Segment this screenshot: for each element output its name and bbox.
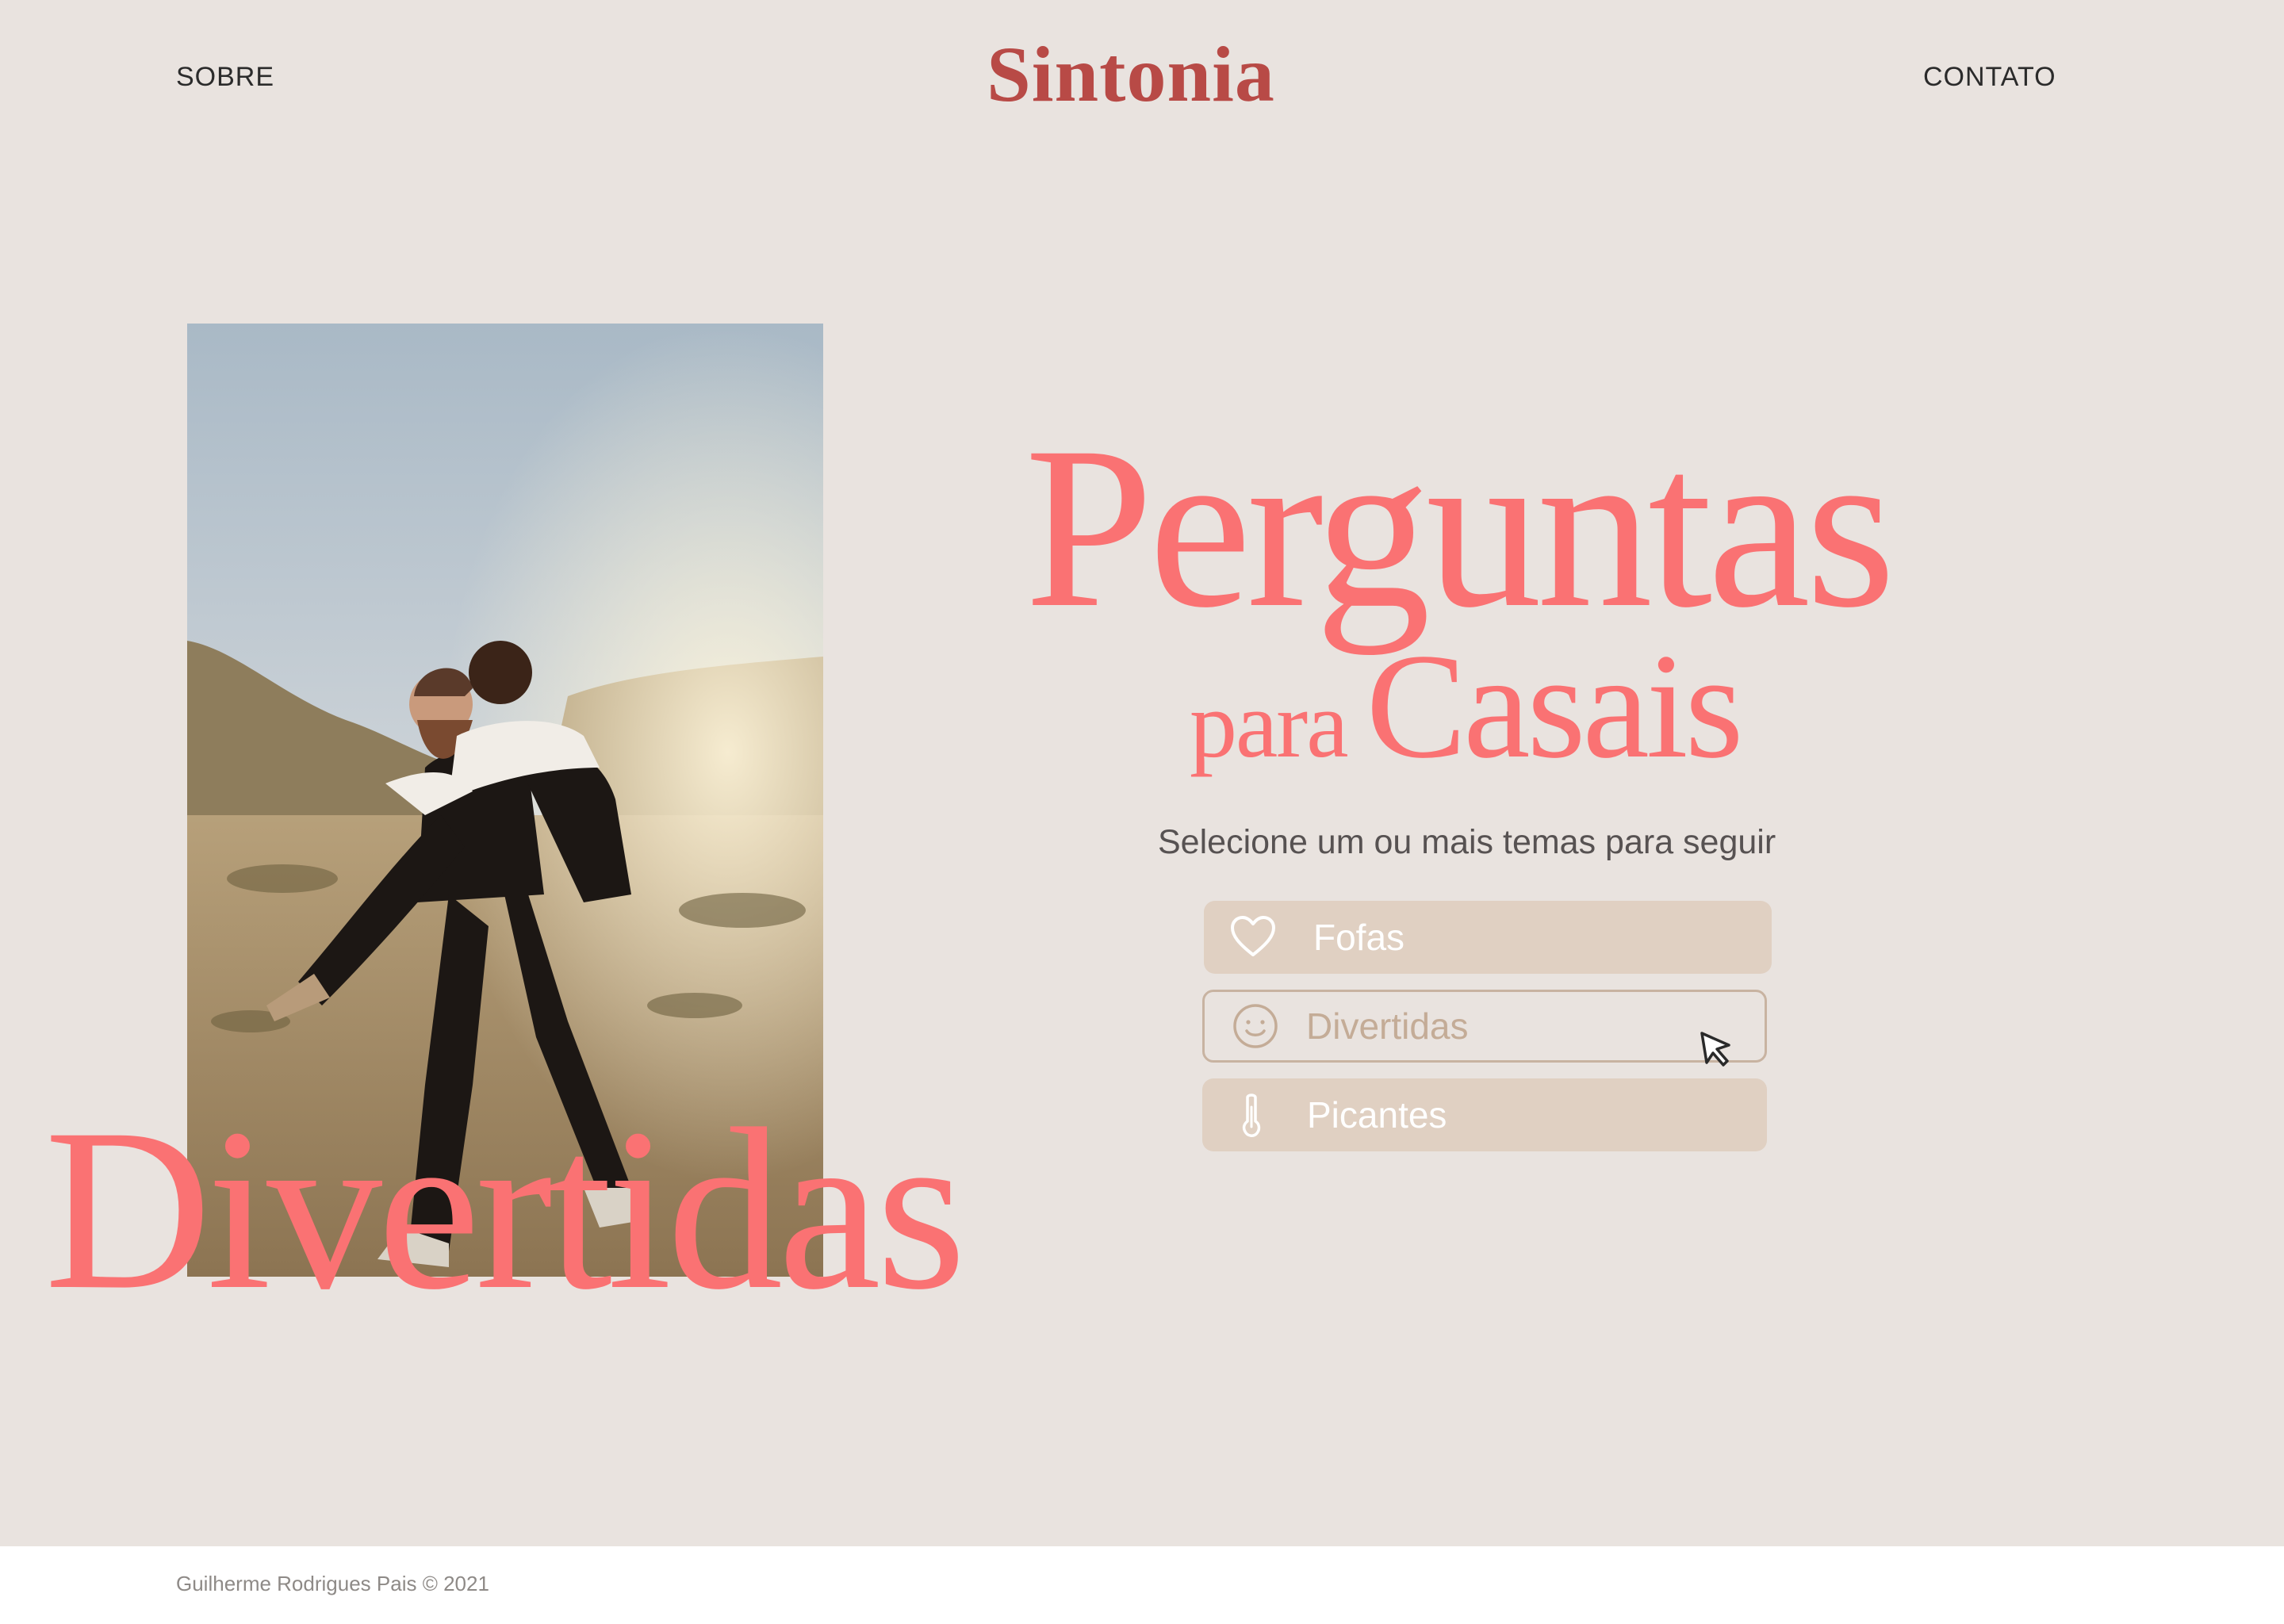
subheadline-big: Casais	[1366, 623, 1743, 790]
nav-contato-link[interactable]: CONTATO	[1923, 62, 2056, 93]
heart-icon	[1228, 912, 1278, 963]
theme-label-fofas: Fofas	[1313, 917, 1405, 958]
footer-copyright: Guilherme Rodrigues Pais © 2021	[176, 1572, 489, 1595]
theme-overlay-word: Divertidas	[44, 1082, 966, 1338]
theme-label-picantes: Picantes	[1307, 1094, 1447, 1136]
mouse-pointer-icon	[1699, 1031, 1734, 1067]
hero-headline: Perguntas	[1025, 400, 1895, 656]
theme-button-divertidas[interactable]: Divertidas	[1202, 990, 1767, 1063]
theme-button-fofas[interactable]: Fofas	[1204, 901, 1772, 974]
smiley-icon	[1230, 1001, 1281, 1051]
theme-button-picantes[interactable]: Picantes	[1202, 1078, 1767, 1151]
page-stage: SOBRE Sintonia CONTATO Divertidas Pergun…	[0, 0, 2284, 1546]
subheadline-small: para	[1190, 672, 1348, 777]
hero-subheadline: para Casais	[1190, 631, 1744, 782]
theme-label-divertidas: Divertidas	[1306, 1005, 1469, 1047]
theme-instruction: Selecione um ou mais temas para seguir	[1158, 823, 1776, 861]
thermometer-icon	[1226, 1090, 1277, 1140]
